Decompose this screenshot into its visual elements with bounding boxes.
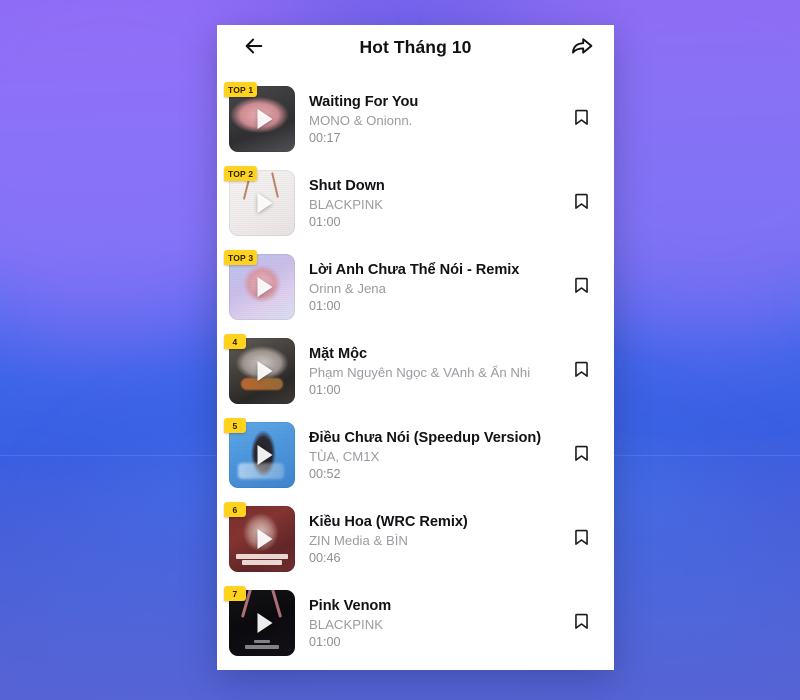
bookmark-button[interactable] xyxy=(566,356,596,386)
track-row-1[interactable]: TOP 1 Waiting For You MONO & Onionn. 00:… xyxy=(217,77,614,161)
rank-badge: 4 xyxy=(224,334,246,349)
track-row-5[interactable]: 5 Điều Chưa Nói (Speedup Version) TÙA, C… xyxy=(217,413,614,497)
bookmark-icon xyxy=(572,360,591,382)
app-header: Hot Tháng 10 xyxy=(217,25,614,69)
track-row-3[interactable]: TOP 3 Lời Anh Chưa Thể Nói - Remix Orinn… xyxy=(217,245,614,329)
track-title: Mặt Mộc xyxy=(309,345,368,362)
track-info: Lời Anh Chưa Thể Nói - Remix Orinn & Jen… xyxy=(295,262,566,313)
rank-badge: TOP 1 xyxy=(224,82,258,97)
track-row-4[interactable]: 4 Mặt Mộc Phạm Nguyên Ngọc & VAnh & Ẩn N… xyxy=(217,329,614,413)
track-title: Pink Venom xyxy=(309,597,392,614)
track-title: Lời Anh Chưa Thể Nói - Remix xyxy=(309,261,520,278)
bookmark-button[interactable] xyxy=(566,524,596,554)
track-thumbnail[interactable]: TOP 2 xyxy=(224,166,295,236)
track-thumbnail[interactable]: 5 xyxy=(224,418,295,488)
music-app-card: Hot Tháng 10 TOP 1 Waiting For You MONO … xyxy=(217,25,614,670)
track-duration: 01:00 xyxy=(309,634,341,649)
bookmark-icon xyxy=(572,192,591,214)
back-button[interactable] xyxy=(239,32,269,62)
play-triangle-icon[interactable] xyxy=(257,445,273,465)
bookmark-icon xyxy=(572,528,591,550)
track-duration: 00:17 xyxy=(309,130,341,145)
track-info: Pink Venom BLACKPINK 01:00 xyxy=(295,598,566,649)
bookmark-icon xyxy=(572,444,591,466)
track-thumbnail[interactable]: TOP 3 xyxy=(224,250,295,320)
track-artist: BLACKPINK xyxy=(309,616,384,632)
track-title: Shut Down xyxy=(309,177,385,194)
track-duration: 01:00 xyxy=(309,298,341,313)
track-title: Waiting For You xyxy=(309,93,419,110)
track-thumbnail[interactable]: TOP 1 xyxy=(224,82,295,152)
rank-badge: 6 xyxy=(224,502,246,517)
rank-badge: 5 xyxy=(224,418,246,433)
track-info: Điều Chưa Nói (Speedup Version) TÙA, CM1… xyxy=(295,430,566,481)
rank-badge: TOP 3 xyxy=(224,250,258,265)
bookmark-icon xyxy=(572,612,591,634)
track-artist: Phạm Nguyên Ngọc & VAnh & Ẩn Nhi xyxy=(309,364,531,380)
play-triangle-icon[interactable] xyxy=(257,277,273,297)
track-duration: 01:00 xyxy=(309,214,341,229)
bookmark-button[interactable] xyxy=(566,104,596,134)
bookmark-button[interactable] xyxy=(566,188,596,218)
play-triangle-icon[interactable] xyxy=(257,109,273,129)
track-duration: 00:46 xyxy=(309,550,341,565)
track-duration: 01:00 xyxy=(309,382,341,397)
bookmark-icon xyxy=(572,108,591,130)
rank-badge: 7 xyxy=(224,586,246,601)
track-info: Mặt Mộc Phạm Nguyên Ngọc & VAnh & Ẩn Nhi… xyxy=(295,346,566,397)
bookmark-button[interactable] xyxy=(566,440,596,470)
bookmark-icon xyxy=(572,276,591,298)
track-row-6[interactable]: 6 Kiều Hoa (WRC Remix) ZIN Media & BÌN 0… xyxy=(217,497,614,581)
track-artist: BLACKPINK xyxy=(309,196,384,212)
track-info: Kiều Hoa (WRC Remix) ZIN Media & BÌN 00:… xyxy=(295,514,566,565)
track-thumbnail[interactable]: 6 xyxy=(224,502,295,572)
play-triangle-icon[interactable] xyxy=(257,529,273,549)
rank-badge: TOP 2 xyxy=(224,166,258,181)
play-triangle-icon[interactable] xyxy=(257,613,273,633)
track-info: Waiting For You MONO & Onionn. 00:17 xyxy=(295,94,566,145)
play-triangle-icon[interactable] xyxy=(257,361,273,381)
bookmark-button[interactable] xyxy=(566,608,596,638)
track-list: TOP 1 Waiting For You MONO & Onionn. 00:… xyxy=(217,69,614,665)
track-title: Kiều Hoa (WRC Remix) xyxy=(309,513,468,530)
track-title: Điều Chưa Nói (Speedup Version) xyxy=(309,429,542,446)
track-artist: Orinn & Jena xyxy=(309,280,386,296)
share-arrow-icon xyxy=(570,34,594,61)
track-artist: ZIN Media & BÌN xyxy=(309,532,408,548)
arrow-left-icon xyxy=(243,35,265,60)
track-info: Shut Down BLACKPINK 01:00 xyxy=(295,178,566,229)
track-artist: TÙA, CM1X xyxy=(309,448,380,464)
track-duration: 00:52 xyxy=(309,466,341,481)
track-row-2[interactable]: TOP 2 Shut Down BLACKPINK 01:00 xyxy=(217,161,614,245)
share-button[interactable] xyxy=(567,32,597,62)
track-row-7[interactable]: 7 Pink Venom BLACKPINK 01:00 xyxy=(217,581,614,665)
track-thumbnail[interactable]: 7 xyxy=(224,586,295,656)
play-triangle-icon[interactable] xyxy=(257,193,273,213)
bookmark-button[interactable] xyxy=(566,272,596,302)
page-title: Hot Tháng 10 xyxy=(359,36,472,57)
track-artist: MONO & Onionn. xyxy=(309,112,413,128)
track-thumbnail[interactable]: 4 xyxy=(224,334,295,404)
